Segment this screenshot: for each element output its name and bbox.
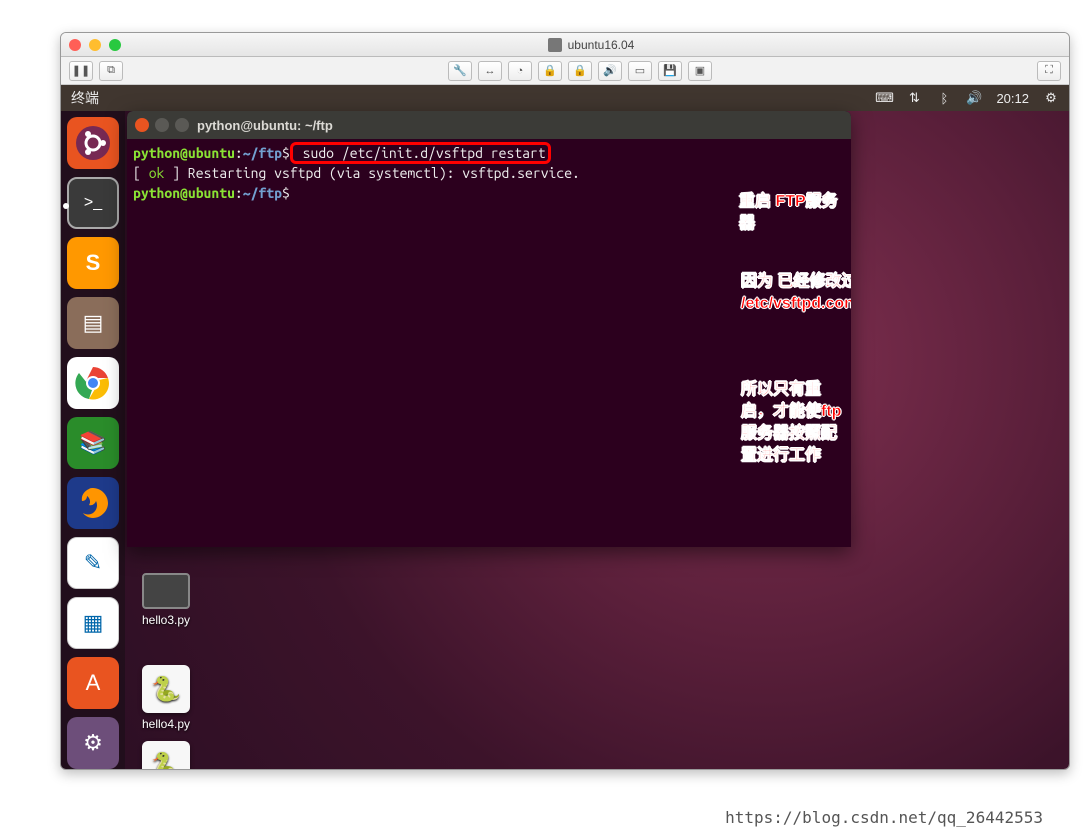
- fullscreen-button[interactable]: ⛶: [1037, 61, 1061, 81]
- launcher-files[interactable]: ▤: [67, 297, 119, 349]
- ubuntu-top-panel: 终端 ⌨ ⇅ ᛒ 🔊 20:12 ⚙: [61, 85, 1069, 111]
- save-button[interactable]: 💾: [658, 61, 682, 81]
- unity-launcher: >_ S ▤ 📚 ✎ ▦ A ⚙: [61, 111, 125, 769]
- gear-icon[interactable]: ⚙: [1043, 90, 1059, 106]
- python-file-icon: 🐍: [142, 741, 190, 769]
- sound-button[interactable]: 🔊: [598, 61, 622, 81]
- launcher-settings[interactable]: ⚙: [67, 717, 119, 769]
- minimize-icon[interactable]: [89, 39, 101, 51]
- close-icon[interactable]: [69, 39, 81, 51]
- annotation: 所以只有重启，才能使ftp服务器按照配置进行工作: [741, 379, 851, 467]
- bluetooth-icon[interactable]: ᛒ: [936, 90, 952, 106]
- launcher-firefox[interactable]: [67, 477, 119, 529]
- keyboard-icon[interactable]: ⌨: [876, 90, 892, 106]
- disk-button[interactable]: ◔: [508, 61, 532, 81]
- desktop-icon-hello4.py[interactable]: 🐍 hello4.py: [121, 665, 211, 731]
- launcher-sublime[interactable]: S: [67, 237, 119, 289]
- panel-time[interactable]: 20:12: [996, 91, 1029, 106]
- wrench-button[interactable]: 🔧: [448, 61, 472, 81]
- host-mac-window: ubuntu16.04 ❚❚ ⧉ 🔧 ↔ ◔ 🔒 🔒 🔊 ▭ 💾 ▣ ⛶ 终端 …: [60, 32, 1070, 770]
- python-file-icon: 🐍: [142, 665, 190, 713]
- mac-traffic-lights: [69, 39, 121, 51]
- drawer-icon: [142, 573, 190, 609]
- launcher-calc[interactable]: ▦: [67, 597, 119, 649]
- mac-toolbar: ❚❚ ⧉ 🔧 ↔ ◔ 🔒 🔒 🔊 ▭ 💾 ▣ ⛶: [61, 57, 1069, 85]
- lock2-button[interactable]: 🔒: [568, 61, 592, 81]
- mac-title: ubuntu16.04: [121, 38, 1061, 52]
- vm-icon: [548, 38, 562, 52]
- sound-icon[interactable]: 🔊: [966, 90, 982, 106]
- desktop-icon-label: hello4.py: [142, 717, 190, 731]
- annotation: 重启 FTP服务器: [739, 191, 851, 235]
- sdcard-button[interactable]: ▭: [628, 61, 652, 81]
- network-icon[interactable]: ⇅: [906, 90, 922, 106]
- snapshot-button[interactable]: ⧉: [99, 61, 123, 81]
- desktop-icon-file[interactable]: 🐍: [121, 741, 211, 769]
- lock-button[interactable]: 🔒: [538, 61, 562, 81]
- terminal-title-text: python@ubuntu: ~/ftp: [197, 118, 333, 133]
- swap-button[interactable]: ↔: [478, 61, 502, 81]
- launcher-dash[interactable]: [67, 117, 119, 169]
- launcher-terminal[interactable]: >_: [67, 177, 119, 229]
- terminal-window[interactable]: python@ubuntu: ~/ftp python@ubuntu:~/ftp…: [127, 111, 851, 547]
- screen-button[interactable]: ▣: [688, 61, 712, 81]
- terminal-titlebar[interactable]: python@ubuntu: ~/ftp: [127, 111, 851, 139]
- panel-app-title: 终端: [71, 88, 99, 108]
- pause-button[interactable]: ❚❚: [69, 61, 93, 81]
- watermark: https://blog.csdn.net/qq_26442553: [725, 808, 1043, 827]
- desktop-icon-label: hello3.py: [142, 613, 190, 627]
- launcher-chrome[interactable]: [67, 357, 119, 409]
- zoom-icon[interactable]: [109, 39, 121, 51]
- term-max-icon[interactable]: [175, 118, 189, 132]
- launcher-writer[interactable]: ✎: [67, 537, 119, 589]
- highlighted-command: sudo /etc/init.d/vsftpd restart: [290, 142, 551, 164]
- term-close-icon[interactable]: [135, 118, 149, 132]
- vm-viewport: 终端 ⌨ ⇅ ᛒ 🔊 20:12 ⚙ >_S▤📚✎▦A⚙ pyth: [61, 85, 1069, 769]
- mac-title-text: ubuntu16.04: [568, 38, 635, 52]
- desktop-icon-hello3.py[interactable]: hello3.py: [121, 573, 211, 627]
- annotation: 因为 已经修改过 /etc/vsftpd.conf: [741, 271, 851, 315]
- term-min-icon[interactable]: [155, 118, 169, 132]
- mac-titlebar: ubuntu16.04: [61, 33, 1069, 57]
- launcher-books[interactable]: 📚: [67, 417, 119, 469]
- launcher-software[interactable]: A: [67, 657, 119, 709]
